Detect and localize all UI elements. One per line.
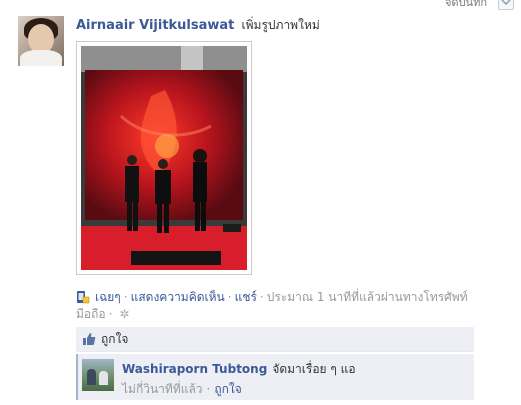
sort-label[interactable]: จัดบันทึก — [445, 0, 487, 11]
mobile-upload-icon — [77, 291, 90, 304]
separator: · — [123, 290, 128, 304]
author-avatar[interactable] — [18, 16, 64, 66]
thumbs-up-icon — [83, 333, 96, 345]
share-link[interactable]: แชร์ — [235, 290, 257, 304]
comment-timestamp[interactable]: ไม่กี่วินาทีที่แล้ว — [122, 382, 203, 396]
separator: · — [259, 290, 264, 304]
post-header: Airnaair Vijitkulsawat เพิ่มรูปภาพใหม่ — [76, 16, 320, 35]
photo-frame[interactable] — [76, 41, 252, 275]
comment-text: จัดมาเรื่อย ๆ แอ — [272, 362, 356, 376]
comment-like-link[interactable]: ถูกใจ — [214, 382, 241, 396]
like-link[interactable]: เฉยๆ — [95, 290, 121, 304]
settings-gear-icon[interactable]: ✲ — [119, 306, 129, 323]
chevron-down-icon — [501, 0, 511, 5]
avatar-figure — [87, 369, 96, 385]
options-dropdown[interactable] — [498, 0, 514, 10]
avatar-figure — [99, 371, 108, 385]
likes-text[interactable]: ถูกใจ — [101, 330, 128, 349]
post-source[interactable]: มือถือ — [76, 307, 106, 321]
comment-meta: ไม่กี่วินาทีที่แล้ว · ถูกใจ — [122, 380, 242, 399]
avatar-shirt — [20, 50, 62, 66]
top-strip: จัดบันทึก — [0, 0, 521, 10]
author-name-link[interactable]: Airnaair Vijitkulsawat — [76, 18, 234, 33]
post-timestamp[interactable]: ประมาณ 1 นาทีที่แล้วผ่านทางโทรศัพท์ — [267, 290, 468, 304]
separator: · — [108, 307, 113, 321]
commenter-avatar[interactable] — [82, 359, 114, 391]
post-actions: เฉยๆ · แสดงความคิดเห็น · แชร์ · ประมาณ 1 นาทีท… — [76, 289, 496, 323]
commenter-name-link[interactable]: Washiraporn Tubtong — [122, 362, 267, 376]
separator: · — [206, 382, 211, 396]
post-action-text: เพิ่มรูปภาพใหม่ — [241, 18, 320, 32]
feedback-section: ถูกใจ Washiraporn Tubtong จัดมาเรื่อย ๆ แ… — [76, 327, 474, 400]
comment-item: Washiraporn Tubtong จัดมาเรื่อย ๆ แอ ไม่ก… — [76, 354, 474, 400]
comment-link[interactable]: แสดงความคิดเห็น — [131, 290, 225, 304]
likes-row: ถูกใจ — [76, 327, 474, 352]
separator: · — [227, 290, 232, 304]
event-stage-photo — [81, 46, 247, 270]
commenter-name-line: Washiraporn Tubtong จัดมาเรื่อย ๆ แอ — [122, 360, 356, 379]
